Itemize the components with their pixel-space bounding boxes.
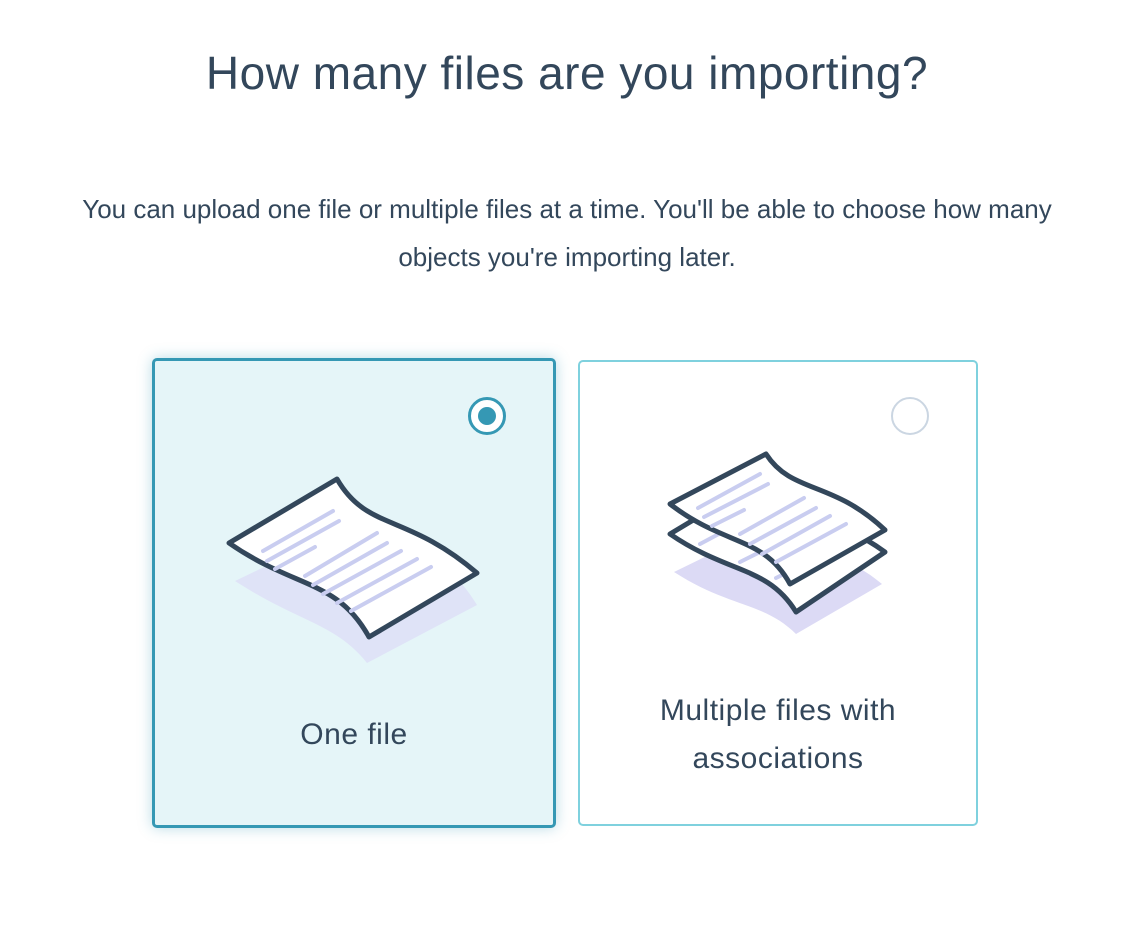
import-file-count-page: How many files are you importing? You ca… — [0, 0, 1134, 928]
page-title: How many files are you importing? — [205, 47, 929, 99]
option-label: Multiple files with associations — [659, 694, 897, 775]
single-document-icon — [226, 476, 480, 663]
page-description: You can upload one file or multiple file… — [82, 194, 1052, 272]
stacked-documents-icon — [667, 451, 888, 634]
option-label: One file — [300, 718, 408, 751]
option-card-one-file[interactable]: One file — [152, 358, 556, 828]
option-card-multiple-files[interactable]: Multiple files with associations — [578, 360, 978, 826]
